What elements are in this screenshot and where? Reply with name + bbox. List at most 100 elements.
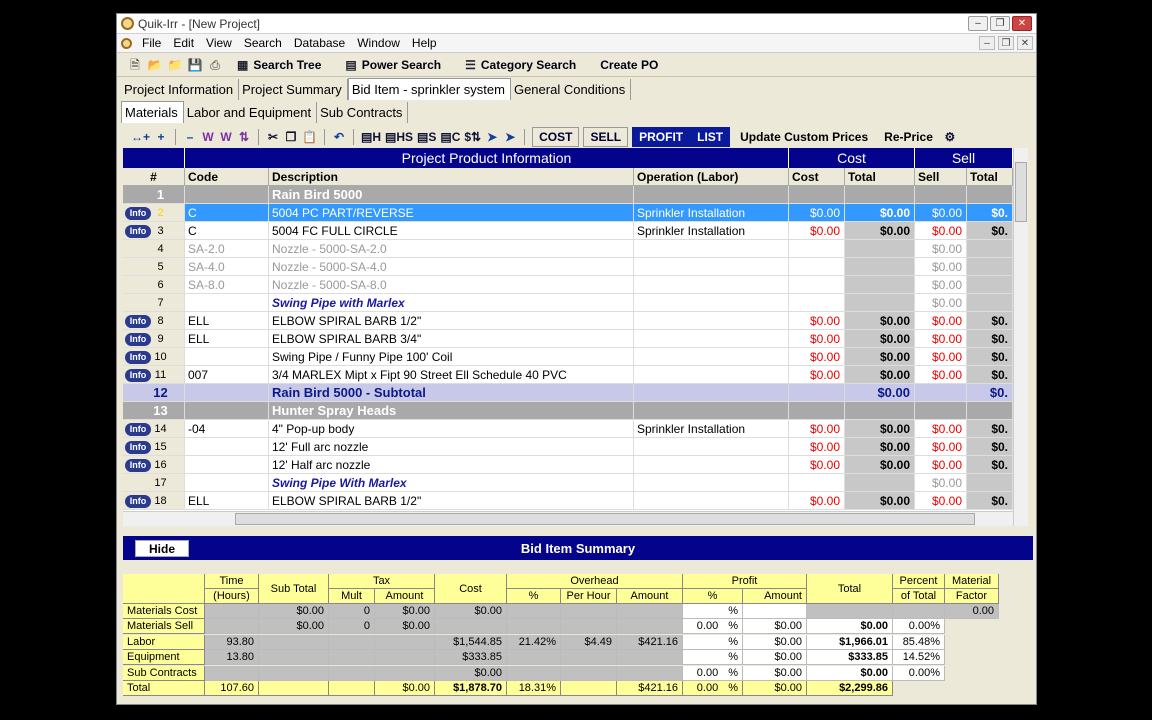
row-number[interactable]: Info 8 xyxy=(123,312,185,330)
cell-stotal[interactable] xyxy=(967,402,1013,420)
summary-cell-ppct[interactable]: 0.00% xyxy=(683,681,743,696)
cell-desc[interactable]: ELBOW SPIRAL BARB 1/2" xyxy=(269,312,634,330)
cell-desc[interactable]: ELBOW SPIRAL BARB 1/2" xyxy=(269,492,634,510)
row-number[interactable]: 1 xyxy=(123,186,185,204)
close-button[interactable]: ✕ xyxy=(1012,16,1032,31)
cell-cost[interactable]: $0.00 xyxy=(789,330,845,348)
menu-edit[interactable]: Edit xyxy=(167,36,200,50)
info-button[interactable]: Info xyxy=(125,207,151,220)
cell-stotal[interactable]: $0. xyxy=(967,222,1013,240)
cell-op[interactable] xyxy=(634,294,789,312)
cell-desc[interactable]: 4" Pop-up body xyxy=(269,420,634,438)
table-row[interactable]: 1 Rain Bird 5000 xyxy=(123,186,1013,204)
menu-file[interactable]: File xyxy=(136,36,167,50)
undo-icon[interactable]: ↶ xyxy=(332,130,346,144)
cell-cost[interactable] xyxy=(789,240,845,258)
cell-total[interactable]: $0.00 xyxy=(845,420,915,438)
cell-cost[interactable]: $0.00 xyxy=(789,456,845,474)
table-row[interactable]: 6 SA-8.0 Nozzle - 5000-SA-8.0 $0.00 xyxy=(123,276,1013,294)
cell-code[interactable]: C xyxy=(185,204,269,222)
row-number[interactable]: Info 16 xyxy=(123,456,185,474)
cell-sell[interactable]: $0.00 xyxy=(915,330,967,348)
cell-total[interactable]: $0.00 xyxy=(845,492,915,510)
info-button[interactable]: Info xyxy=(125,315,151,328)
mdi-close-button[interactable]: ✕ xyxy=(1017,36,1033,50)
summary-cell-ppct[interactable]: 0.00% xyxy=(683,619,743,635)
cell-stotal[interactable]: $0. xyxy=(967,366,1013,384)
row-number[interactable]: 4 xyxy=(123,240,185,258)
table-row[interactable]: Info 18 ELL ELBOW SPIRAL BARB 1/2" $0.00 $0.0… xyxy=(123,492,1013,510)
cell-code[interactable] xyxy=(185,402,269,420)
cell-op[interactable]: Sprinkler Installation xyxy=(634,222,789,240)
cell-op[interactable]: Sprinkler Installation xyxy=(634,420,789,438)
summary-cell-mf[interactable]: 0.00 xyxy=(945,604,999,619)
cell-code[interactable]: ELL xyxy=(185,330,269,348)
cell-stotal[interactable]: $0. xyxy=(967,420,1013,438)
cell-cost[interactable] xyxy=(789,276,845,294)
cell-sell[interactable]: $0.00 xyxy=(915,456,967,474)
cell-stotal[interactable] xyxy=(967,474,1013,492)
menu-search[interactable]: Search xyxy=(238,36,288,50)
tab-labor-equipment[interactable]: Labor and Equipment xyxy=(184,102,318,123)
cell-total[interactable]: $0.00 xyxy=(845,312,915,330)
cell-sell[interactable] xyxy=(915,402,967,420)
expand-all-icon[interactable]: ↔+ xyxy=(131,130,150,144)
cell-stotal[interactable]: $0. xyxy=(967,384,1013,402)
table-row[interactable]: 17 Swing Pipe With Marlex $0.00 xyxy=(123,474,1013,492)
reprice-button[interactable]: Re-Price xyxy=(878,130,939,144)
cell-total[interactable] xyxy=(845,474,915,492)
cell-stotal[interactable]: $0. xyxy=(967,456,1013,474)
col-header-num[interactable]: # xyxy=(123,168,185,186)
hide-summary-button[interactable]: Hide xyxy=(135,540,189,557)
col-header-cost[interactable]: Cost xyxy=(789,168,845,186)
tab-project-information[interactable]: Project Information xyxy=(121,79,240,100)
table-row[interactable]: 4 SA-2.0 Nozzle - 5000-SA-2.0 $0.00 xyxy=(123,240,1013,258)
cell-desc[interactable]: Rain Bird 5000 - Subtotal xyxy=(269,384,634,402)
cell-op[interactable] xyxy=(634,402,789,420)
tab-sub-contracts[interactable]: Sub Contracts xyxy=(317,102,409,123)
cell-sell[interactable] xyxy=(915,186,967,204)
table-row[interactable]: Info 8 ELL ELBOW SPIRAL BARB 1/2" $0.00 $0.00… xyxy=(123,312,1013,330)
header-hs-button[interactable]: ▤HS xyxy=(385,130,413,144)
row-number[interactable]: Info 11 xyxy=(123,366,185,384)
menu-help[interactable]: Help xyxy=(406,36,443,50)
cell-stotal[interactable] xyxy=(967,276,1013,294)
cell-code[interactable]: SA-4.0 xyxy=(185,258,269,276)
cell-cost[interactable] xyxy=(789,474,845,492)
cell-total[interactable] xyxy=(845,276,915,294)
table-row[interactable]: Info 11 007 3/4 MARLEX Mipt x Fipt 90 Stree… xyxy=(123,366,1013,384)
cell-cost[interactable] xyxy=(789,402,845,420)
update-custom-prices-button[interactable]: Update Custom Prices xyxy=(734,130,874,144)
cell-total[interactable] xyxy=(845,258,915,276)
new-file-icon[interactable]: 🗎 xyxy=(127,57,143,73)
category-search-button[interactable]: ☰ Category Search xyxy=(455,58,586,72)
info-button[interactable]: Info xyxy=(125,459,151,472)
vscroll-thumb[interactable] xyxy=(1015,162,1027,222)
col-header-operation[interactable]: Operation (Labor) xyxy=(634,168,789,186)
table-row[interactable]: Info 3 C 5004 FC FULL CIRCLE Sprinkler Insta… xyxy=(123,222,1013,240)
summary-cell-ppct[interactable]: % xyxy=(683,634,743,650)
table-row[interactable]: 7 Swing Pipe with Marlex $0.00 xyxy=(123,294,1013,312)
cell-op[interactable] xyxy=(634,330,789,348)
cell-cost[interactable]: $0.00 xyxy=(789,222,845,240)
row-number[interactable]: Info 2 xyxy=(123,204,185,222)
price-sort-icon[interactable]: $⇅ xyxy=(464,130,481,144)
cell-code[interactable] xyxy=(185,348,269,366)
col-header-sell[interactable]: Sell xyxy=(915,168,967,186)
cell-desc[interactable]: Hunter Spray Heads xyxy=(269,402,634,420)
open-folder-icon[interactable]: 📂 xyxy=(147,57,163,73)
row-number[interactable]: 17 xyxy=(123,474,185,492)
cell-code[interactable] xyxy=(185,384,269,402)
row-number[interactable]: Info 18 xyxy=(123,492,185,510)
cell-code[interactable] xyxy=(185,186,269,204)
cell-desc[interactable]: 5004 PC PART/REVERSE xyxy=(269,204,634,222)
cell-total[interactable] xyxy=(845,186,915,204)
tab-bid-item[interactable]: Bid Item - sprinkler system xyxy=(347,78,511,100)
table-row[interactable]: Info 16 12' Half arc nozzle $0.00 $0.00 $0.00… xyxy=(123,456,1013,474)
cell-total[interactable]: $0.00 xyxy=(845,456,915,474)
cell-stotal[interactable]: $0. xyxy=(967,312,1013,330)
cell-desc[interactable]: ELBOW SPIRAL BARB 3/4" xyxy=(269,330,634,348)
row-number[interactable]: 13 xyxy=(123,402,185,420)
cell-op[interactable] xyxy=(634,240,789,258)
cell-stotal[interactable] xyxy=(967,186,1013,204)
